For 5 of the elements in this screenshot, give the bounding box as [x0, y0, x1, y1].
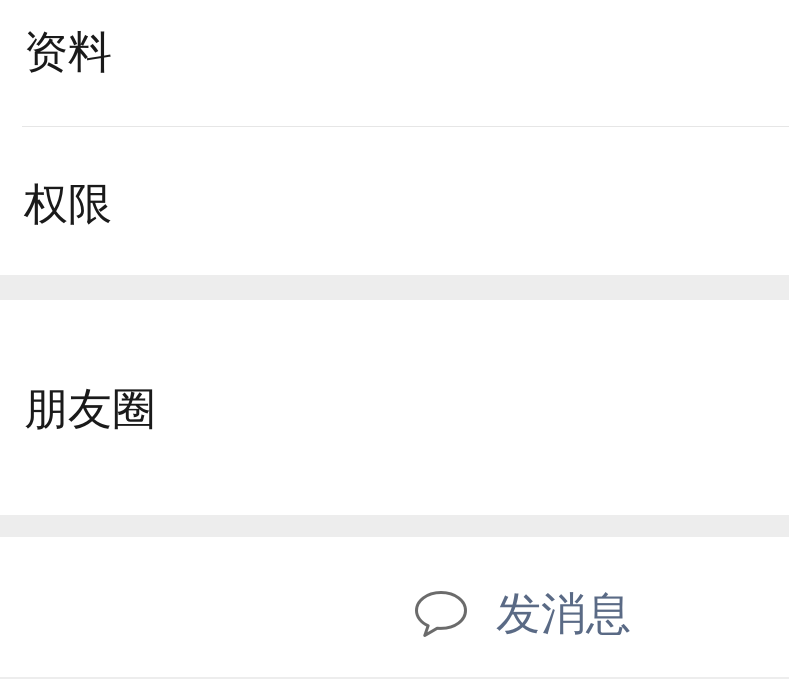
- menu-item[interactable]: 朋友圈: [0, 300, 789, 515]
- menu-item[interactable]: 资料: [0, 0, 789, 127]
- send-message-button[interactable]: 发消息: [414, 589, 631, 638]
- menu-item[interactable]: 权限: [0, 127, 789, 275]
- speech-bubble-icon: [414, 590, 468, 638]
